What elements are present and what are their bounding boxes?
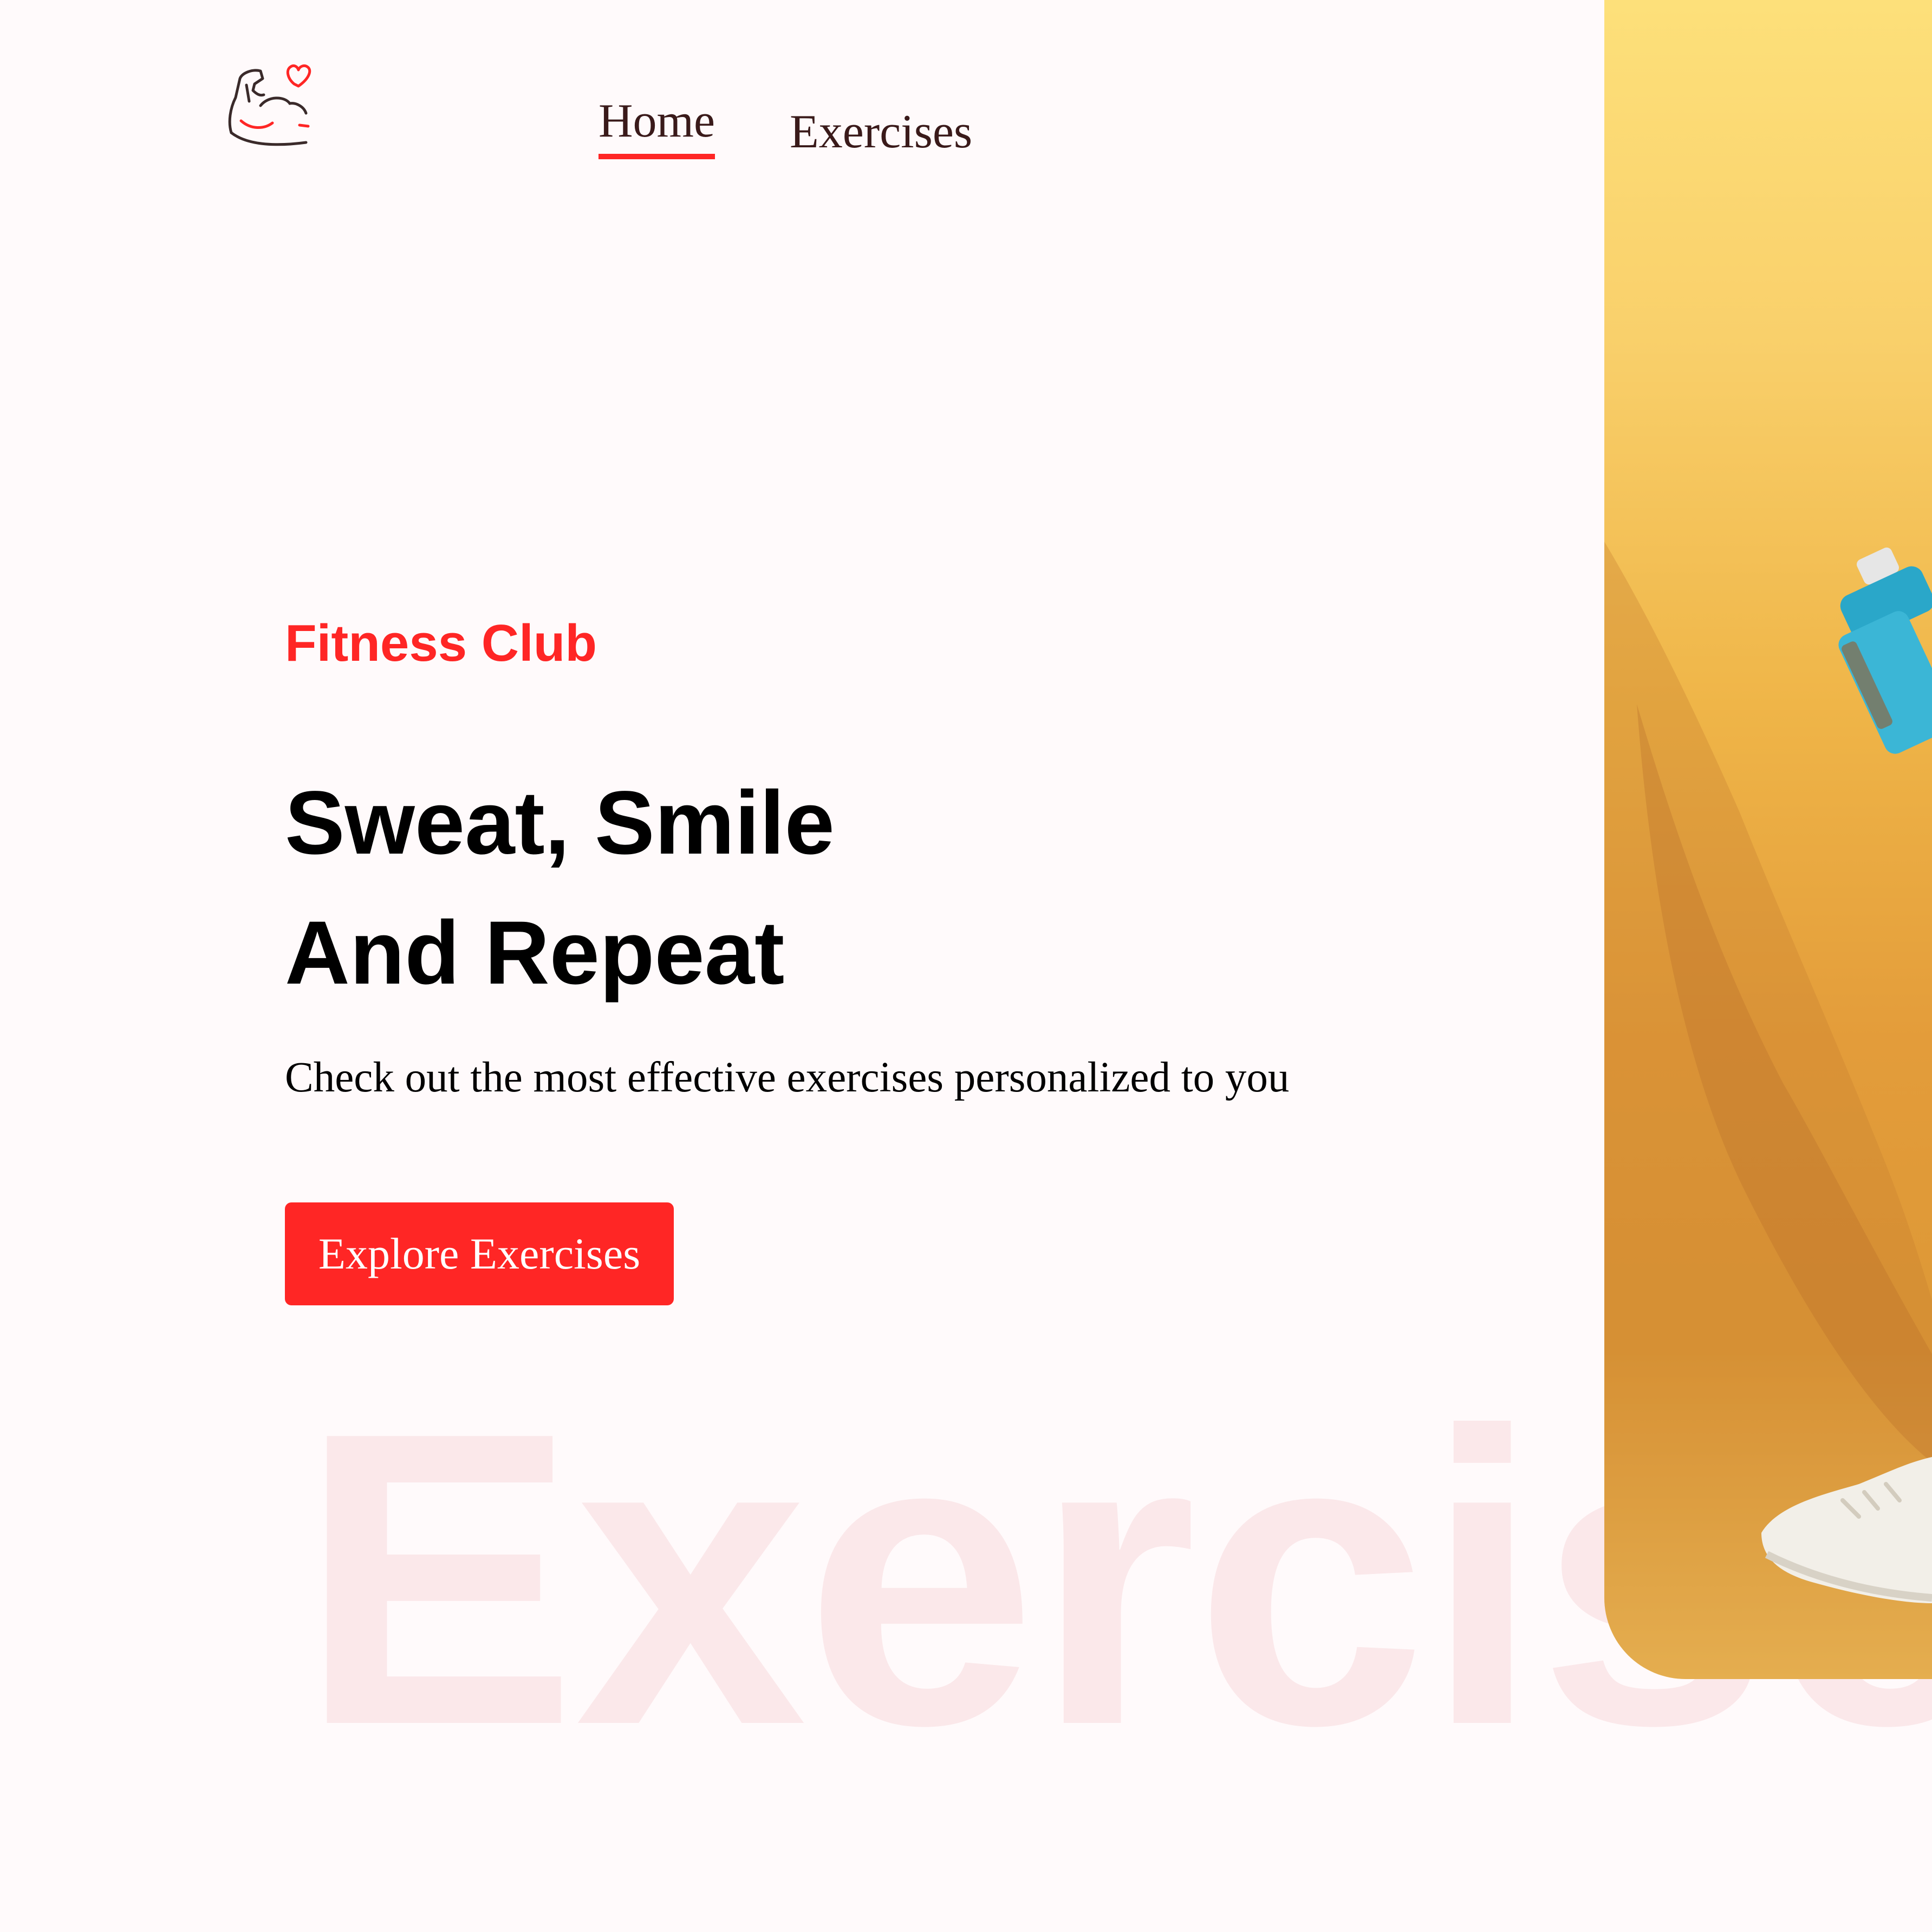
hero-eyebrow: Fitness Club <box>285 614 597 672</box>
flexed-arm-heart-icon <box>228 64 311 146</box>
nav-exercises-link[interactable]: Exercises <box>790 108 972 156</box>
fitness-banner-photo <box>1604 0 1932 1679</box>
nav-home-link[interactable]: Home <box>599 97 715 159</box>
banner-illustration <box>1604 542 1932 1679</box>
home-page: Home Exercises Fitness Club Sweat, Smile… <box>0 0 1932 1932</box>
hero-title: Sweat, Smile And Repeat <box>285 758 835 1018</box>
hero-title-line-1: Sweat, Smile <box>285 773 835 873</box>
logo[interactable] <box>225 57 322 154</box>
water-bottle <box>1838 547 1932 754</box>
hero-subtitle: Check out the most effective exercises p… <box>285 1054 1290 1101</box>
explore-exercises-button[interactable]: Explore Exercises <box>285 1202 674 1305</box>
hero-title-line-2: And Repeat <box>285 903 785 1003</box>
